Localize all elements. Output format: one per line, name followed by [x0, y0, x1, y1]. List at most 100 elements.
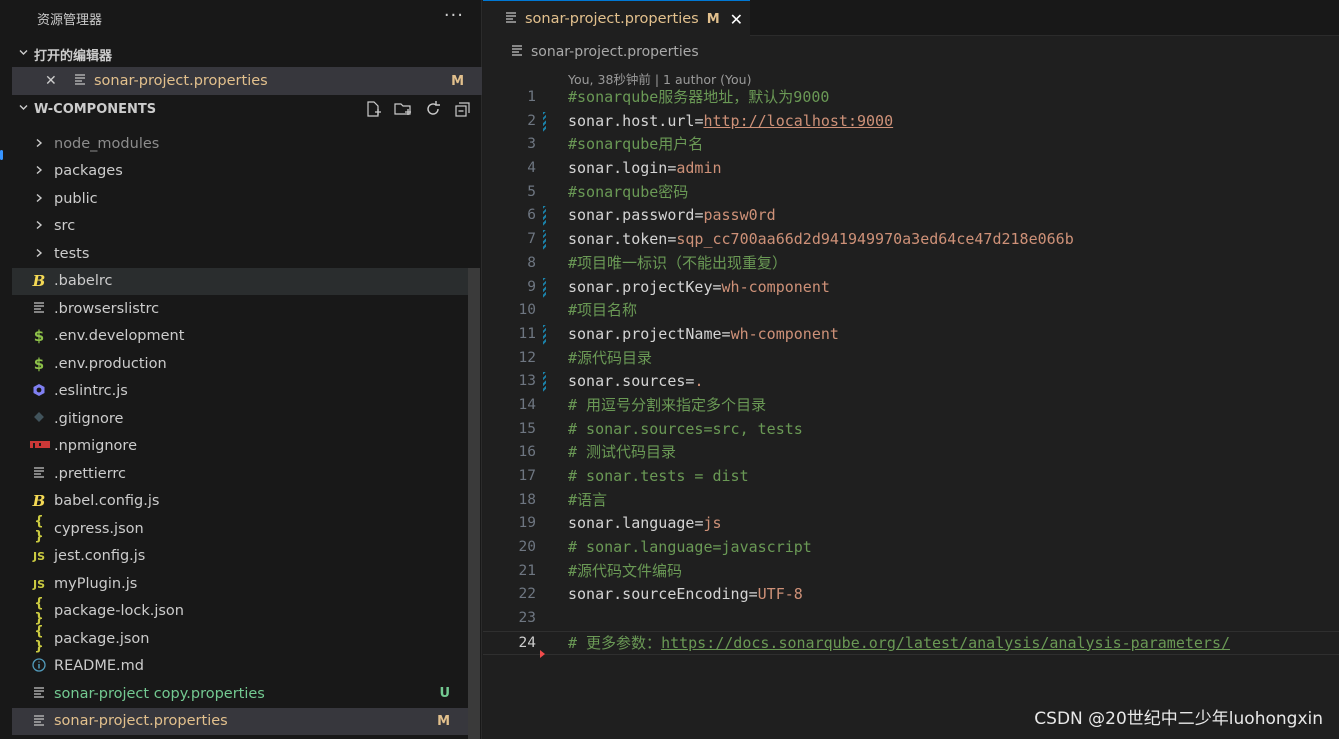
code-text: sonar.sources=.	[568, 370, 703, 394]
line-number: 13	[518, 373, 536, 390]
more-actions-icon[interactable]: ···	[444, 5, 464, 26]
tree-folder[interactable]: tests	[12, 240, 468, 268]
code-line[interactable]: 13 sonar.sources=.	[483, 370, 1339, 394]
code-line[interactable]: 18 #语言	[483, 489, 1339, 513]
tree-item-label: babel.config.js	[54, 493, 160, 510]
tree-file[interactable]: .npmignore	[12, 433, 468, 461]
code-line[interactable]: 23	[483, 607, 1339, 631]
modified-gutter-marker[interactable]	[543, 111, 546, 132]
collapse-all-icon[interactable]	[452, 99, 474, 119]
property-key: sonar.projectName	[568, 324, 722, 343]
tree-file[interactable]: .eslintrc.js	[12, 378, 468, 406]
tree-folder[interactable]: public	[12, 185, 468, 213]
code-line[interactable]: 9 sonar.projectKey=wh-component	[483, 276, 1339, 300]
tree-file[interactable]: { } package.json	[12, 624, 468, 654]
code-text: sonar.login=admin	[568, 157, 722, 181]
code-line[interactable]: 16 # 测试代码目录	[483, 441, 1339, 465]
code-text: # 测试代码目录	[568, 441, 676, 465]
file-tree: node_modules packages public src tests B .babe…	[12, 130, 468, 735]
tree-file[interactable]: sonar-project copy.properties U	[12, 680, 468, 708]
chevron-right-icon	[34, 247, 44, 261]
tree-file[interactable]: { } cypress.json	[12, 514, 468, 544]
modified-gutter-marker[interactable]	[543, 324, 546, 345]
tree-item-label: .eslintrc.js	[54, 383, 128, 400]
code-text: sonar.projectName=wh-component	[568, 323, 839, 347]
code-line[interactable]: 6 sonar.password=passw0rd	[483, 204, 1339, 228]
code-line[interactable]: 11 sonar.projectName=wh-component	[483, 323, 1339, 347]
tree-file[interactable]: $ .env.development	[12, 323, 468, 351]
comment-token: # sonar.tests = dist	[568, 467, 749, 485]
modified-gutter-marker[interactable]	[543, 277, 546, 298]
code-line[interactable]: 17 # sonar.tests = dist	[483, 465, 1339, 489]
deleted-gutter-marker[interactable]	[540, 649, 545, 658]
property-value: js	[703, 514, 722, 533]
code-line[interactable]: 5 #sonarqube密码	[483, 181, 1339, 205]
breadcrumb-filename: sonar-project.properties	[531, 44, 699, 60]
line-number: 14	[518, 396, 536, 413]
code-line[interactable]: 22 sonar.sourceEncoding=UTF-8	[483, 583, 1339, 607]
comment-token: #语言	[568, 490, 608, 509]
code-line[interactable]: 14 # 用逗号分割来指定多个目录	[483, 394, 1339, 418]
code-view[interactable]: 1 #sonarqube服务器地址，默认为9000 2 sonar.host.url=…	[483, 86, 1339, 658]
tree-file[interactable]: .prettierrc	[12, 460, 468, 488]
tree-folder[interactable]: packages	[12, 158, 468, 186]
code-line[interactable]: 4 sonar.login=admin	[483, 157, 1339, 181]
tree-folder[interactable]: src	[12, 213, 468, 241]
code-line[interactable]: 3 #sonarqube用户名	[483, 133, 1339, 157]
open-editor-item[interactable]: ✕ sonar-project.properties M	[12, 67, 482, 95]
docs-link[interactable]: https://docs.sonarqube.org/latest/analys…	[661, 634, 1230, 652]
explorer-sidebar: 资源管理器 ··· 打开的编辑器 ✕ sonar-project.propert…	[0, 0, 482, 739]
project-section-header[interactable]: W-COMPONENTS	[12, 96, 482, 122]
refresh-icon[interactable]	[422, 99, 444, 119]
line-number: 12	[518, 349, 536, 366]
tree-file[interactable]: JS jest.config.js	[12, 543, 468, 571]
modified-gutter-marker[interactable]	[543, 230, 546, 251]
tree-file[interactable]: .gitignore	[12, 405, 468, 433]
explorer-title: 资源管理器	[37, 12, 103, 28]
tab-sonar-project[interactable]: sonar-project.properties M ✕	[483, 0, 750, 37]
modified-gutter-marker[interactable]	[543, 372, 546, 393]
code-line[interactable]: 20 # sonar.language=javascript	[483, 536, 1339, 560]
code-line[interactable]: 2 sonar.host.url=http://localhost:9000	[483, 110, 1339, 134]
properties-file-icon	[505, 11, 517, 27]
sidebar-scrollbar[interactable]	[468, 268, 480, 739]
tree-file[interactable]: Bbabel.config.js	[12, 488, 468, 516]
env-file-icon: $	[33, 327, 45, 346]
code-line[interactable]: 7 sonar.token=sqp_cc700aa66d2d941949970a3…	[483, 228, 1339, 252]
git-status-badge: M	[451, 73, 464, 89]
tab-close-icon[interactable]: ✕	[730, 10, 743, 29]
code-line[interactable]: 10 #项目名称	[483, 299, 1339, 323]
close-icon[interactable]: ✕	[45, 73, 65, 89]
tree-file[interactable]: sonar-project.properties M	[12, 707, 468, 735]
open-editors-section-header[interactable]: 打开的编辑器	[12, 41, 482, 67]
code-line[interactable]: 1 #sonarqube服务器地址，默认为9000	[483, 86, 1339, 110]
line-number: 19	[518, 515, 536, 532]
modified-gutter-marker[interactable]	[543, 206, 546, 227]
property-value: UTF-8	[757, 585, 803, 604]
tree-file[interactable]: .browserslistrc	[12, 295, 468, 323]
code-line[interactable]: 15 # sonar.sources=src, tests	[483, 418, 1339, 442]
code-line[interactable]: 12 #源代码目录	[483, 347, 1339, 371]
code-line[interactable]: 8 #项目唯一标识（不能出现重复）	[483, 252, 1339, 276]
line-number: 2	[527, 112, 536, 129]
tree-file[interactable]: $ .env.production	[12, 350, 468, 378]
code-line[interactable]: 19 sonar.language=js	[483, 512, 1339, 536]
tree-file[interactable]: README.md	[12, 653, 468, 681]
code-line[interactable]: 21 #源代码文件编码	[483, 560, 1339, 584]
tree-item-label: node_modules	[54, 135, 160, 152]
breadcrumb[interactable]: sonar-project.properties	[511, 44, 699, 60]
chevron-right-icon	[34, 137, 44, 151]
property-value[interactable]: http://localhost:9000	[703, 112, 893, 130]
tree-folder[interactable]: node_modules	[12, 130, 468, 158]
tree-item-label: .prettierrc	[54, 465, 127, 482]
tree-file[interactable]: JS myPlugin.js	[12, 570, 468, 598]
tree-item-label: tests	[54, 245, 90, 262]
tree-file[interactable]: { } package-lock.json	[12, 596, 468, 626]
tree-file[interactable]: B .babelrc	[12, 267, 468, 295]
comment-token: # 更多参数：	[568, 633, 662, 652]
new-file-icon[interactable]	[362, 99, 384, 119]
npm-icon	[30, 439, 50, 453]
code-line[interactable]: 24 # 更多参数：https://docs.sonarqube.org/late…	[483, 630, 1339, 658]
line-number: 9	[527, 278, 536, 295]
new-folder-icon[interactable]	[392, 99, 414, 119]
